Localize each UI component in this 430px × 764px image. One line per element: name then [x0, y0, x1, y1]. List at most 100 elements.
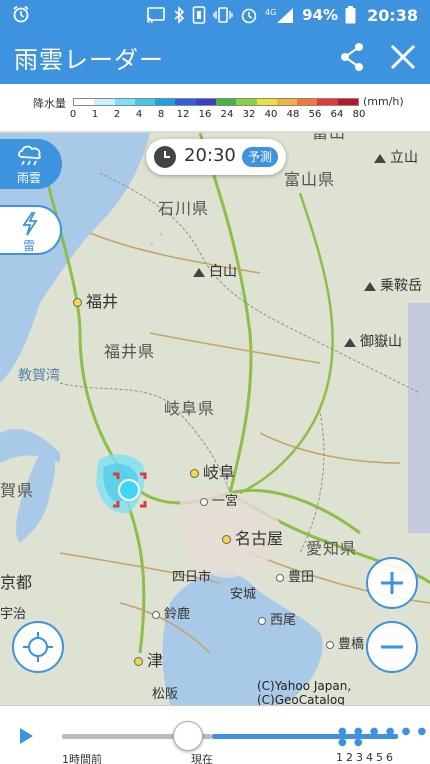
city-label: 鈴鹿: [164, 607, 191, 622]
pref-label: 富山県: [284, 170, 336, 189]
signal-4g-icon: 4G: [265, 8, 294, 23]
battery-icon: [345, 6, 356, 24]
forecast-time-badge: 20:30 予測: [146, 139, 286, 175]
legend-swatch: [256, 99, 277, 105]
bay-label: 教賀湾: [18, 368, 60, 384]
app-bar: 雨雲レーダー: [0, 30, 430, 84]
legend-swatch: [337, 99, 358, 105]
slider-start-label: 1時間前: [62, 753, 102, 764]
legend-unit: (mm/h): [363, 95, 404, 108]
legend-swatch: [94, 99, 115, 105]
pref-label: 福井県: [104, 342, 156, 361]
city-dot: [73, 298, 82, 307]
vibrate-icon: [213, 7, 233, 23]
thunder-button[interactable]: 雷: [0, 205, 62, 255]
mountain-label: 立山: [390, 150, 418, 166]
city-label: 一宮: [212, 494, 239, 509]
pref-label: 石川県: [158, 199, 210, 218]
legend-tick: 80: [352, 109, 366, 120]
town-dot: [276, 573, 284, 582]
mountain-label: 御嶽山: [360, 334, 402, 350]
legend-swatch: [297, 99, 318, 105]
legend-tick: 4: [135, 109, 143, 120]
close-icon[interactable]: [388, 41, 418, 73]
play-icon[interactable]: [20, 728, 33, 744]
alarm-icon: [13, 5, 29, 23]
slider-thumb[interactable]: [173, 721, 203, 751]
legend-tick: 56: [308, 109, 322, 120]
legend-swatch: [317, 99, 338, 105]
forecast-step-markers: ● ● ● ● ● ● ● ●: [338, 726, 429, 748]
minus-icon: [381, 645, 403, 649]
legend-tick: 48: [286, 109, 300, 120]
legend-tick: 8: [157, 109, 165, 120]
city-label: 京都: [0, 573, 33, 592]
city-label: 宇治: [0, 607, 27, 622]
svg-text:4G: 4G: [265, 8, 276, 17]
city-label: 西尾: [270, 613, 297, 628]
legend-swatch: [74, 99, 95, 105]
zoom-out-button[interactable]: [366, 621, 418, 673]
bluetooth-icon: [174, 6, 185, 24]
city-label: 豊橋: [338, 637, 365, 652]
legend-swatch: [236, 99, 257, 105]
city-label: 松阪: [152, 687, 179, 702]
legend-tick: 12: [176, 109, 190, 120]
town-dot: [200, 497, 208, 506]
map-base: [0, 133, 430, 705]
legend-swatch: [215, 99, 237, 105]
legend-swatch: [114, 99, 135, 105]
city-label: 四日市: [172, 570, 212, 585]
legend-swatch: [276, 99, 298, 105]
city-dot: [190, 469, 199, 478]
city-label: 名古屋: [235, 529, 284, 548]
map-copyright: (C)Yahoo Japan,(C)GeoCatalog: [257, 679, 352, 705]
slider-now-label: 現在: [191, 753, 213, 764]
legend-tick: 40: [264, 109, 278, 120]
time-slider-panel: ● ● ● ● ● ● ● ● 1時間前 現在 123456: [0, 705, 430, 764]
mountain-icon: [193, 267, 205, 277]
city-label: 岐阜: [203, 463, 236, 482]
battery-percent: 94%: [302, 6, 339, 24]
pref-label: 愛知県: [306, 539, 358, 558]
city-label: 安城: [230, 587, 257, 602]
precipitation-legend: 降水量 (mm/h) 0 1 2 4 8 12 16 24 32 40 48 56 64 80: [0, 84, 430, 132]
clock-icon: [154, 146, 176, 168]
zoom-in-button[interactable]: [366, 557, 418, 609]
legend-tick: 1: [91, 109, 99, 120]
mountain-icon: [374, 153, 386, 163]
cast-icon: [147, 7, 165, 23]
legend-swatch: [134, 99, 156, 105]
legend-swatch: [175, 99, 196, 105]
rain-cloud-label: 雨雲: [16, 171, 41, 185]
plus-icon: [381, 572, 403, 594]
slider-hour-ticks: 123456: [336, 751, 396, 764]
rain-cloud-icon: [18, 145, 41, 166]
legend-tick: 2: [113, 109, 121, 120]
forecast-time: 20:30: [184, 145, 236, 166]
legend-swatch: [155, 99, 176, 105]
forecast-mode-badge: 予測: [242, 147, 279, 167]
legend-tick: 64: [330, 109, 344, 120]
status-bar: 4G 94% 20:38: [0, 0, 430, 30]
legend-tick: 24: [220, 109, 234, 120]
current-location-button[interactable]: [12, 621, 64, 673]
legend-color-bar: [73, 98, 359, 106]
city-label: 福井: [86, 292, 119, 311]
legend-tick: 0: [69, 109, 77, 120]
radar-map[interactable]: 石川県 富山県 福井県 岐阜県 愛知県 教賀湾 富山 賀県 京都 宇治 福井 岐…: [0, 133, 430, 705]
legend-tick: 32: [242, 109, 256, 120]
town-dot: [152, 610, 160, 619]
lightning-icon: [22, 212, 38, 236]
mountain-icon: [364, 281, 376, 291]
mountain-icon: [344, 337, 356, 347]
mountain-label: 乗鞍岳: [380, 278, 422, 294]
crosshair-icon: [23, 632, 53, 662]
thunder-label: 雷: [22, 239, 35, 253]
alarm-icon: [241, 8, 257, 24]
share-icon[interactable]: [337, 41, 367, 73]
city-dot: [222, 535, 231, 544]
pref-label: 賀県: [0, 481, 35, 500]
rain-cloud-button[interactable]: 雨雲: [0, 139, 62, 189]
city-dot: [134, 657, 143, 666]
